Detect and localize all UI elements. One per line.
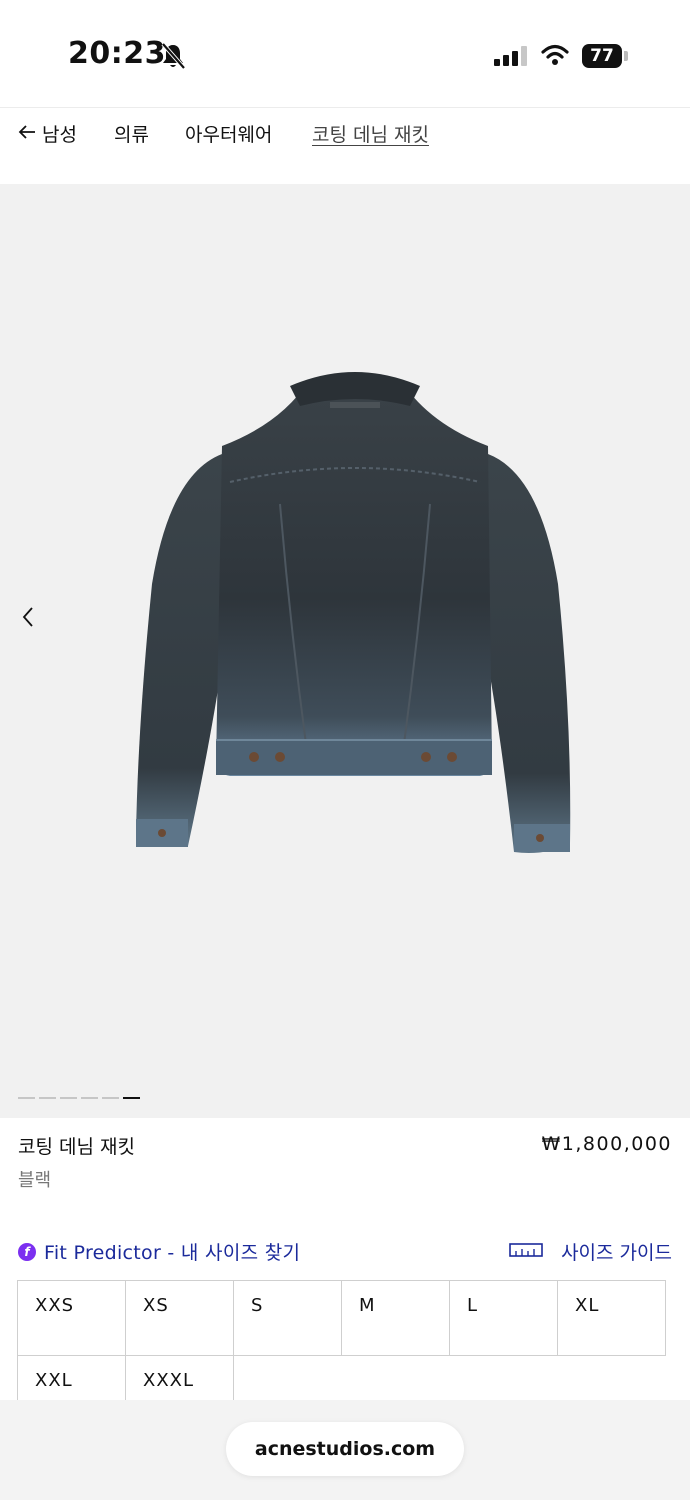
product-price: ₩1,800,000 (541, 1133, 672, 1155)
fit-predictor-icon: f (18, 1242, 36, 1261)
breadcrumb-clothing[interactable]: 의류 (114, 120, 149, 147)
product-image-gallery[interactable] (0, 184, 690, 1118)
gallery-dot-active[interactable] (123, 1097, 140, 1099)
size-option-s[interactable]: S (233, 1280, 342, 1356)
size-guide-link[interactable]: 사이즈 가이드 (509, 1238, 672, 1265)
breadcrumb-outerwear[interactable]: 아우터웨어 (185, 120, 272, 147)
product-image-jacket (136, 372, 571, 853)
product-color: 블랙 (18, 1170, 52, 1191)
gallery-dot[interactable] (39, 1097, 56, 1099)
wifi-icon (541, 44, 569, 70)
size-option-xxs[interactable]: XXS (17, 1280, 126, 1356)
fit-predictor-link[interactable]: f Fit Predictor - 내 사이즈 찾기 (18, 1238, 300, 1265)
product-name: 코팅 데님 재킷 (18, 1136, 135, 1158)
chevron-left-icon (22, 607, 33, 627)
gallery-dot[interactable] (81, 1097, 98, 1099)
gallery-prev-button[interactable] (14, 602, 44, 632)
breadcrumb: 남성 의류 아우터웨어 코팅 데님 재킷 (0, 108, 690, 184)
size-option-m[interactable]: M (341, 1280, 450, 1356)
size-option-xs[interactable]: XS (125, 1280, 234, 1356)
signal-icon (494, 46, 528, 70)
fit-predictor-label: Fit Predictor - 내 사이즈 찾기 (44, 1242, 301, 1264)
address-bar[interactable]: acnestudios.com (226, 1422, 464, 1476)
breadcrumb-men[interactable]: 남성 (42, 120, 77, 147)
browser-bottom-bar: acnestudios.com (0, 1400, 690, 1500)
gallery-pagination (18, 1097, 140, 1099)
gallery-dot[interactable] (60, 1097, 77, 1099)
size-option-l[interactable]: L (449, 1280, 558, 1356)
gallery-dot[interactable] (18, 1097, 35, 1099)
battery-icon: 77 (582, 44, 622, 68)
ruler-icon (509, 1242, 543, 1261)
back-arrow-icon[interactable] (18, 124, 36, 144)
status-time: 20:23 (68, 36, 166, 71)
status-bar: 20:23 77 (0, 0, 690, 108)
bell-off-icon (160, 42, 186, 74)
battery-tip (624, 51, 628, 61)
size-option-xl[interactable]: XL (557, 1280, 666, 1356)
size-row: XXS XS S M L XL (17, 1280, 671, 1356)
breadcrumb-current-product[interactable]: 코팅 데님 재킷 (312, 120, 429, 147)
gallery-dot[interactable] (102, 1097, 119, 1099)
size-guide-label: 사이즈 가이드 (561, 1242, 672, 1264)
